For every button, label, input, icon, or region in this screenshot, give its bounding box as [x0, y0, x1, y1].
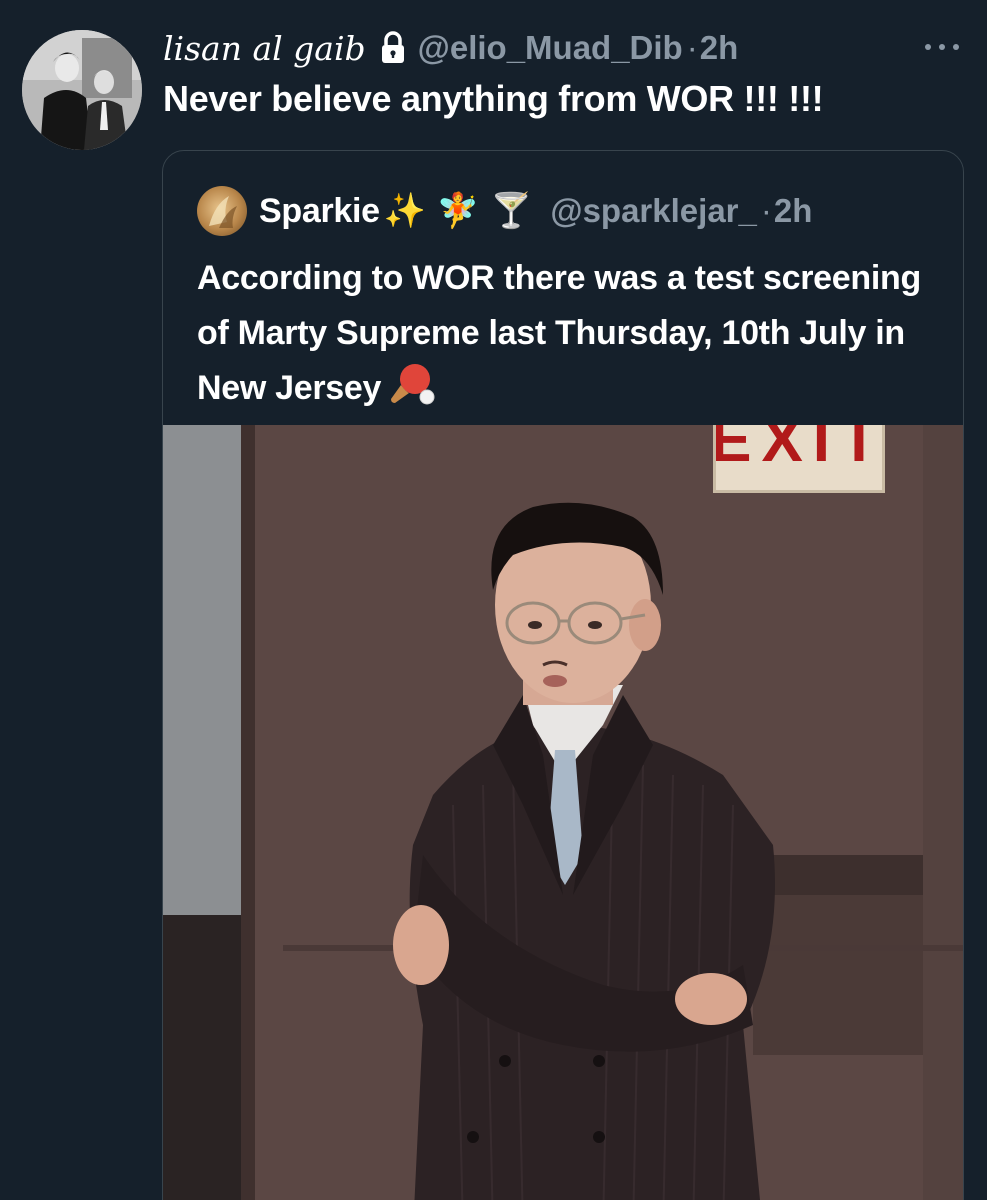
tweet-header: lisan al gaib @elio_Muad_Dib · 2h [163, 26, 738, 70]
quoted-author-handle[interactable]: @sparklejar_ [550, 192, 756, 230]
lock-icon [380, 31, 406, 65]
name-emojis: ✨ 🧚 🍸 [383, 191, 533, 231]
quoted-author-display-name[interactable]: Sparkie [259, 192, 380, 231]
photo-scene [163, 425, 963, 1200]
quoted-tweet-card[interactable]: Sparkie ✨ 🧚 🍸 @sparklejar_ · 2h Accordin… [162, 150, 964, 1200]
author-avatar[interactable] [22, 30, 142, 150]
avatar-photo [22, 30, 142, 150]
quoted-tweet-timestamp[interactable]: 2h [774, 192, 813, 230]
exit-sign-text: EXIT [713, 425, 885, 475]
author-display-name[interactable]: lisan al gaib [163, 29, 366, 68]
separator-dot: · [686, 29, 698, 66]
tweet-timestamp[interactable]: 2h [700, 29, 739, 67]
tweet-photo[interactable]: EXIT [163, 425, 963, 1200]
ping-pong-paddle-icon [387, 361, 437, 407]
quoted-tweet-text: According to WOR there was a test screen… [197, 251, 937, 416]
tweet-text: Never believe anything from WOR !!! !!! [163, 78, 824, 119]
quoted-tweet-text-body: According to WOR there was a test screen… [197, 259, 921, 407]
separator-dot: · [760, 192, 772, 229]
quoted-tweet-header: Sparkie ✨ 🧚 🍸 @sparklejar_ · 2h [197, 183, 812, 239]
author-handle[interactable]: @elio_Muad_Dib [418, 29, 683, 67]
tweet[interactable]: lisan al gaib @elio_Muad_Dib · 2h Never … [0, 0, 987, 1200]
exit-sign: EXIT [713, 425, 885, 493]
quoted-author-avatar[interactable] [197, 186, 247, 236]
more-options-icon[interactable] [925, 44, 959, 54]
